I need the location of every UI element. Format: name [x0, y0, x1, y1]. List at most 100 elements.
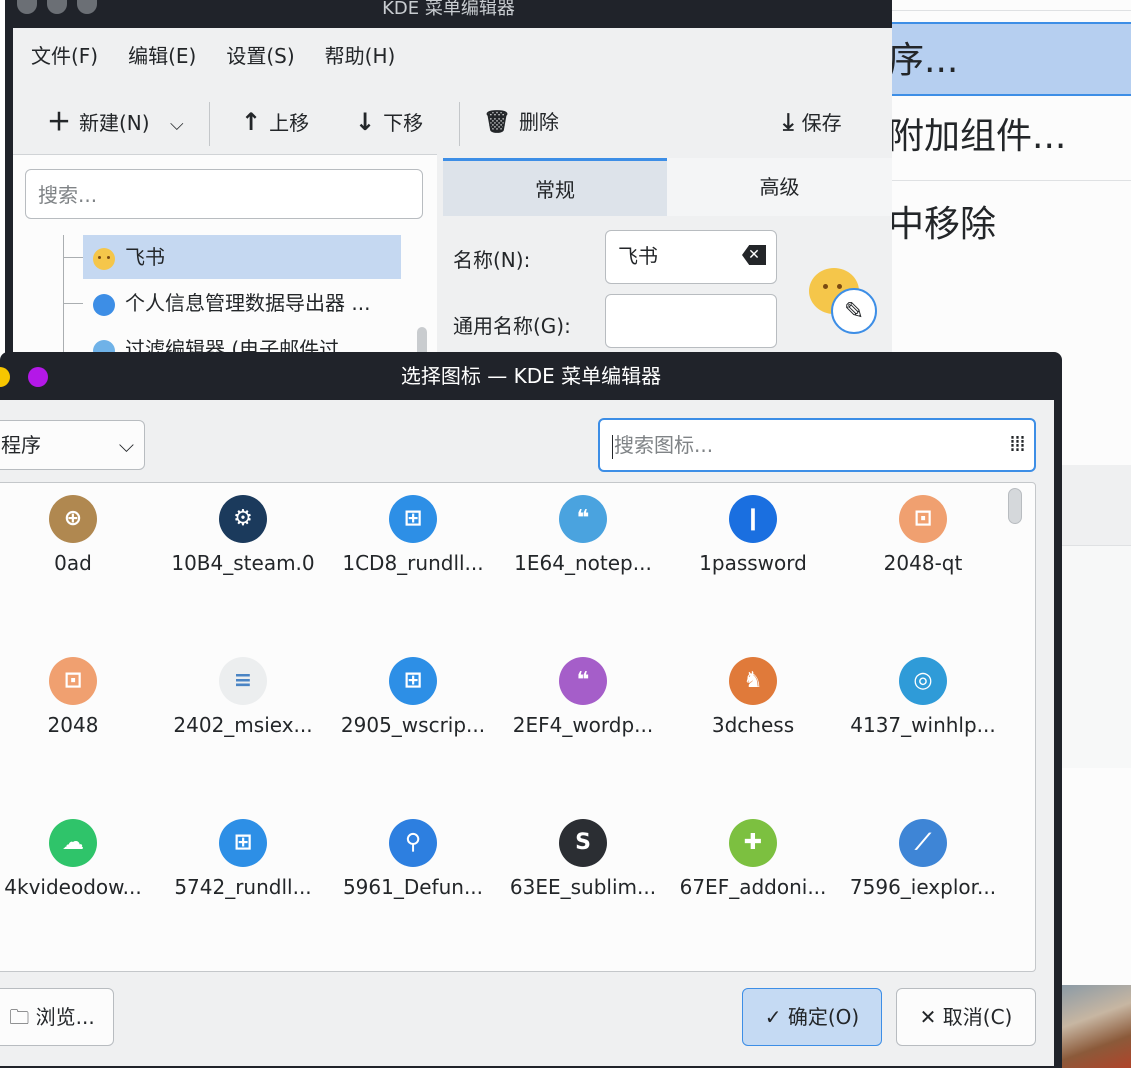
bg-menu-item-remove[interactable]: 中移除 — [870, 190, 1131, 260]
window-titlebar[interactable]: KDE 菜单编辑器 — [5, 0, 892, 28]
icon-grid-item[interactable]: ⚲ 5961_Defun... — [328, 807, 498, 927]
notepad-icon: ❝ — [559, 495, 607, 543]
icon-grid-item-label: 63EE_sublim... — [509, 875, 657, 899]
icon-grid-item[interactable]: ⟋ 7596_iexplor... — [838, 807, 1008, 927]
icon-grid-item-label: 5742_rundll... — [174, 875, 312, 899]
compass-icon: ⟋ — [899, 819, 947, 867]
name-field[interactable]: 飞书 ✕ — [605, 230, 777, 284]
icon-grid-item[interactable]: S 63EE_sublim... — [498, 807, 668, 927]
icon-grid-item-label: 67EF_addoni... — [679, 875, 827, 899]
bg-menu-item-addons[interactable]: 附加组件... — [870, 102, 1131, 172]
save-button[interactable]: ⤓ 保存 — [783, 90, 842, 154]
bg-menu-item-selected[interactable]: 序... — [870, 22, 1131, 96]
arrow-up-icon: ↑ — [241, 108, 262, 136]
icon-grid-item-label: 5961_Defun... — [342, 875, 484, 899]
icon-grid-item[interactable]: ❝ 2EF4_wordp... — [498, 645, 668, 765]
menu-edit[interactable]: 编辑(E) — [128, 28, 196, 84]
icon-grid-item-label: 1CD8_rundll... — [342, 551, 484, 575]
icon-grid-item-label: 1password — [699, 551, 807, 575]
icon-grid-item[interactable]: ◎ 4137_winhlp... — [838, 645, 1008, 765]
dialog-titlebar[interactable]: 选择图标 — KDE 菜单编辑器 — [0, 352, 1062, 400]
browse-button[interactable]: 🗀︎ 浏览... — [0, 988, 114, 1046]
wordpad-icon: ❝ — [559, 657, 607, 705]
chess-knight-icon: ♞ — [729, 657, 777, 705]
minimize-window-icon[interactable] — [47, 0, 67, 14]
chevron-down-icon[interactable]: ⌵ — [170, 114, 184, 135]
tree-item-feishu[interactable]: 飞书 — [83, 235, 401, 279]
minimize-window-icon[interactable] — [0, 367, 10, 387]
delete-button[interactable]: 🗑︎ 删除 — [483, 90, 559, 154]
0ad-icon: ⊕ — [49, 495, 97, 543]
entry-properties-pane: 常规 高级 名称(N): 飞书 ✕ 通用名称(G): ✎ — [443, 158, 892, 360]
close-window-icon[interactable] — [17, 0, 37, 14]
lifebuoy-icon: ◎ — [899, 657, 947, 705]
move-down-button[interactable]: ↓ 下移 — [355, 90, 423, 154]
icon-category-select[interactable]: 程序 ⌵ — [0, 420, 145, 470]
icon-grid-item[interactable]: ⊞ 5742_rundll... — [158, 807, 328, 927]
icon-grid-item-label: 1E64_notep... — [514, 551, 652, 575]
name-label: 名称(N): — [453, 248, 531, 272]
menu-editor-window: KDE 菜单编辑器 文件(F) 编辑(E) 设置(S) 帮助(H) ＋新建(N) ⌵ … — [5, 0, 892, 360]
generic-name-label: 通用名称(G): — [453, 314, 571, 338]
menu-settings[interactable]: 设置(S) — [226, 28, 294, 84]
maximize-window-icon[interactable] — [77, 0, 97, 14]
menu-help[interactable]: 帮助(H) — [325, 28, 396, 84]
tree-item-pim-exporter[interactable]: 个人信息管理数据导出器 ... — [83, 281, 401, 325]
folder-icon: 🗀︎ — [9, 1005, 36, 1029]
icon-grid-item-label: 2048-qt — [883, 551, 963, 575]
icon-grid-item[interactable]: ⊡ 2048-qt — [838, 483, 1008, 603]
trash-icon: 🗑︎ — [483, 110, 511, 135]
generic-name-field[interactable] — [605, 294, 777, 348]
puzzle-icon: ✚ — [729, 819, 777, 867]
move-up-button[interactable]: ↑ 上移 — [241, 90, 309, 154]
icon-grid-item-label: 2402_msiex... — [173, 713, 313, 737]
icon-grid-item-label: 10B4_steam.0 — [171, 551, 315, 575]
icon-grid-item-label: 7596_iexplor... — [849, 875, 997, 899]
search-icon: ⚲ — [389, 819, 437, 867]
icon-grid-item[interactable]: ≡ 2402_msiex... — [158, 645, 328, 765]
toolbar: ＋新建(N) ⌵ ↑ 上移 ↓ 下移 🗑︎ 删除 ⤓ 保存 — [13, 90, 892, 154]
dialog-body: 程序 ⌵ 搜索图标... ⁞⁞⁞ ⊕ 0ad ⚙ 10B4_steam.0 ⊞ 1CD8_… — [0, 400, 1054, 1066]
tab-advanced[interactable]: 高级 — [667, 158, 892, 216]
icon-grid-item-label: 2EF4_wordp... — [512, 713, 654, 737]
menu-search-input[interactable]: 搜索... — [25, 169, 423, 219]
icon-grid-item[interactable]: ⊕ 0ad — [0, 483, 158, 603]
checkmark-icon: ✓ — [764, 1005, 788, 1029]
menu-file[interactable]: 文件(F) — [31, 28, 98, 84]
cancel-button[interactable]: ✕ 取消(C) — [896, 988, 1036, 1046]
icon-grid-item[interactable]: ❙ 1password — [668, 483, 838, 603]
clear-text-icon[interactable]: ✕ — [742, 245, 766, 265]
windows-icon: ⊞ — [219, 819, 267, 867]
icon-grid-item[interactable]: ♞ 3dchess — [668, 645, 838, 765]
tab-general[interactable]: 常规 — [443, 158, 667, 216]
icon-grid-item-label: 4kvideodow... — [4, 875, 142, 899]
icon-grid-item[interactable]: ⊞ 2905_wscrip... — [328, 645, 498, 765]
tree-guide-line — [63, 303, 83, 304]
icon-grid-item[interactable]: ⊡ 2048 — [0, 645, 158, 765]
icon-grid-item[interactable]: ✚ 67EF_addoni... — [668, 807, 838, 927]
grid-view-icon[interactable]: ⁞⁞⁞ — [1009, 434, 1026, 456]
maximize-window-icon[interactable] — [28, 367, 48, 387]
pencil-icon[interactable]: ✎ — [831, 288, 877, 334]
icon-grid-item[interactable]: ⚙ 10B4_steam.0 — [158, 483, 328, 603]
icon-search-input[interactable]: 搜索图标... ⁞⁞⁞ — [598, 418, 1036, 472]
icon-grid-item[interactable]: ☁ 4kvideodow... — [0, 807, 158, 927]
icon-grid: ⊕ 0ad ⚙ 10B4_steam.0 ⊞ 1CD8_rundll... ❝ 1E64_no… — [0, 482, 1036, 972]
ok-button[interactable]: ✓ 确定(O) — [742, 988, 882, 1046]
tree-guide-line — [63, 257, 83, 258]
icon-grid-item[interactable]: ⊞ 1CD8_rundll... — [328, 483, 498, 603]
icon-grid-item-label: 4137_winhlp... — [850, 713, 996, 737]
icon-grid-item-label: 0ad — [54, 551, 92, 575]
icon-grid-item-label: 2048 — [47, 713, 99, 737]
2048-qt-icon: ⊡ — [899, 495, 947, 543]
person-icon — [93, 293, 115, 316]
icon-grid-scrollbar[interactable] — [1008, 488, 1022, 524]
icon-grid-item[interactable]: ❝ 1E64_notep... — [498, 483, 668, 603]
new-button[interactable]: ＋新建(N) ⌵ — [47, 90, 184, 154]
wallpaper-fragment — [1060, 985, 1131, 1068]
1password-icon: ❙ — [729, 495, 777, 543]
close-icon: ✕ — [919, 1005, 943, 1029]
arrow-down-icon: ↓ — [355, 108, 376, 136]
steam-icon: ⚙ — [219, 495, 267, 543]
menu-editor-body: 文件(F) 编辑(E) 设置(S) 帮助(H) ＋新建(N) ⌵ ↑ 上移 ↓ 下移 🗑︎… — [13, 28, 892, 360]
